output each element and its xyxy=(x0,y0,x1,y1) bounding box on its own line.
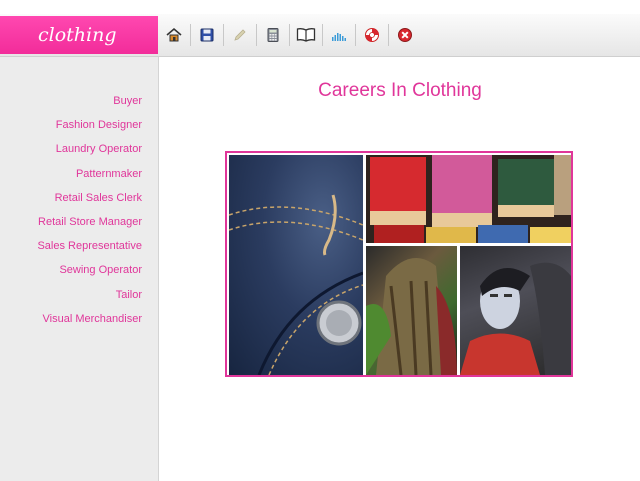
toolbar-separator xyxy=(256,24,257,46)
fabric-photo xyxy=(366,246,457,375)
toolbar xyxy=(160,20,419,50)
mannequin-photo xyxy=(460,246,571,375)
home-icon xyxy=(166,27,182,42)
home-button[interactable] xyxy=(160,21,188,49)
book-icon xyxy=(296,28,316,42)
close-button[interactable] xyxy=(391,21,419,49)
toolbar-separator xyxy=(322,24,323,46)
sidebar-item-retail-sales-clerk[interactable]: Retail Sales Clerk xyxy=(37,191,142,215)
top-strip xyxy=(0,0,640,14)
brand-logo: clothing xyxy=(0,16,158,54)
book-button[interactable] xyxy=(292,21,320,49)
calculator-button[interactable] xyxy=(259,21,287,49)
chart-icon xyxy=(332,33,346,41)
close-icon xyxy=(398,28,412,42)
edit-button[interactable] xyxy=(226,21,254,49)
sidebar-item-patternmaker[interactable]: Patternmaker xyxy=(37,167,142,191)
sidebar-item-tailor[interactable]: Tailor xyxy=(37,288,142,312)
toolbar-separator xyxy=(355,24,356,46)
save-icon xyxy=(200,28,214,42)
sidebar-item-visual-merchandiser[interactable]: Visual Merchandiser xyxy=(37,312,142,336)
sidebar: Buyer Fashion Designer Laundry Operator … xyxy=(0,57,159,481)
sidebar-item-fashion-designer[interactable]: Fashion Designer xyxy=(37,118,142,142)
photo-collage xyxy=(225,151,573,377)
toolbar-separator xyxy=(190,24,191,46)
sidebar-item-buyer[interactable]: Buyer xyxy=(37,94,142,118)
page-title: Careers In Clothing xyxy=(318,80,482,101)
toolbar-separator xyxy=(289,24,290,46)
help-button[interactable] xyxy=(358,21,386,49)
career-list: Buyer Fashion Designer Laundry Operator … xyxy=(37,94,142,336)
chart-button[interactable] xyxy=(325,21,353,49)
save-button[interactable] xyxy=(193,21,221,49)
thread-spools-photo xyxy=(366,155,571,243)
sidebar-item-retail-store-manager[interactable]: Retail Store Manager xyxy=(37,215,142,239)
pencil-icon xyxy=(234,29,246,41)
sidebar-item-sewing-operator[interactable]: Sewing Operator xyxy=(37,263,142,287)
denim-photo xyxy=(229,155,363,375)
lifebuoy-icon xyxy=(365,28,379,42)
sidebar-item-laundry-operator[interactable]: Laundry Operator xyxy=(37,142,142,166)
sidebar-item-sales-representative[interactable]: Sales Representative xyxy=(37,239,142,263)
toolbar-separator xyxy=(388,24,389,46)
calculator-icon xyxy=(267,28,279,42)
toolbar-separator xyxy=(223,24,224,46)
brand-label: clothing xyxy=(38,24,117,46)
